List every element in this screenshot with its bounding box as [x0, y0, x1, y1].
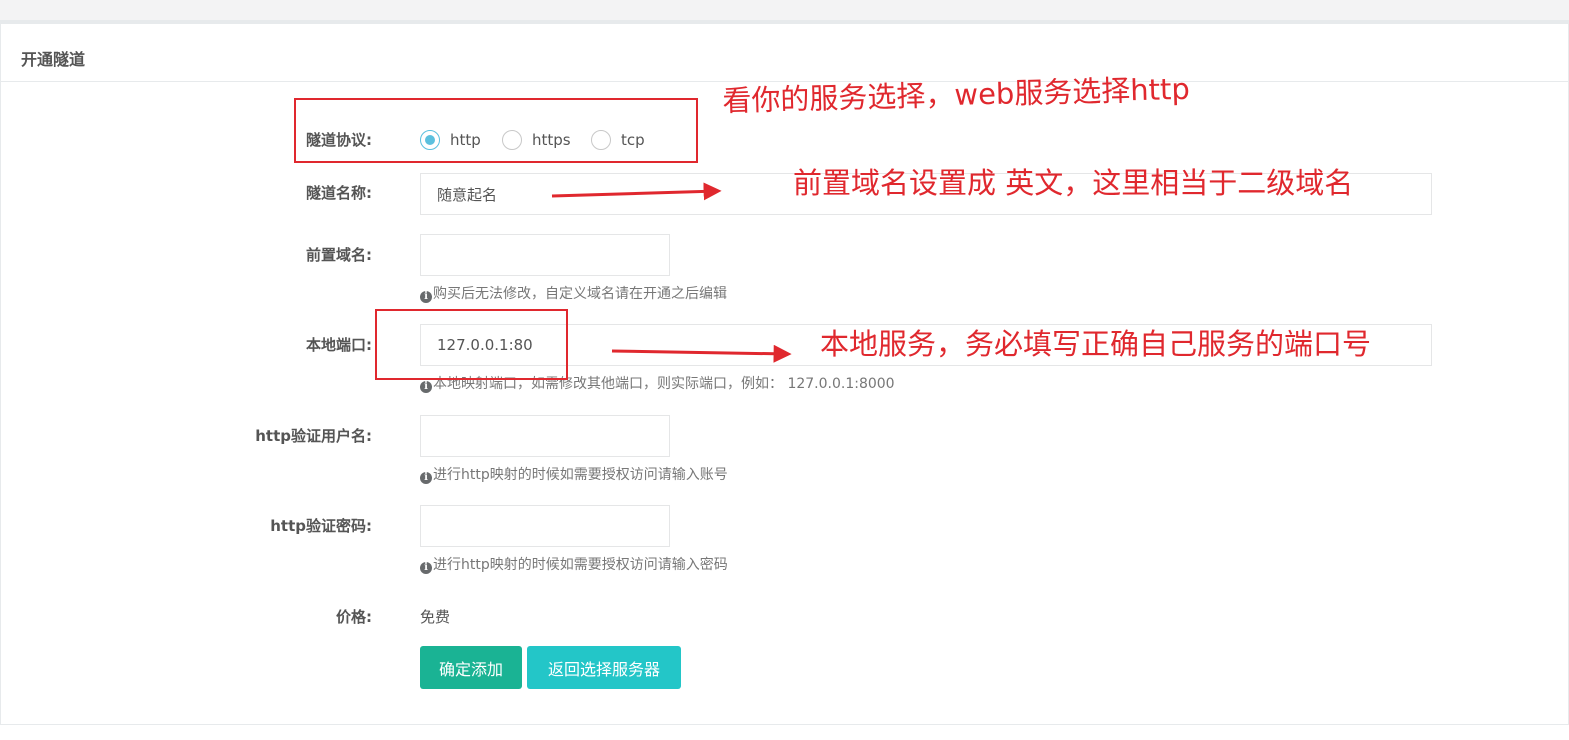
prefix-domain-input[interactable]	[420, 234, 670, 276]
back-select-server-button[interactable]: 返回选择服务器	[527, 646, 681, 689]
prefix-domain-label: 前置域名:	[306, 246, 372, 264]
local-port-label: 本地端口:	[306, 336, 372, 354]
price-value: 免费	[420, 608, 451, 626]
info-icon: i	[420, 472, 432, 484]
http-user-label: http验证用户名:	[255, 427, 372, 445]
http-user-help-text: 进行http映射的时候如需要授权访问请输入账号	[433, 467, 728, 483]
http-password-help: i 进行http映射的时候如需要授权访问请输入密码	[420, 556, 728, 574]
http-user-input[interactable]	[420, 415, 670, 457]
info-icon: i	[420, 381, 432, 393]
prefix-domain-help: i 购买后无法修改，自定义域名请在开通之后编辑	[420, 285, 727, 303]
http-password-label: http验证密码:	[270, 517, 372, 535]
protocol-highlight-box	[294, 98, 698, 163]
tunnel-name-label: 隧道名称:	[306, 184, 372, 202]
info-icon: i	[420, 291, 432, 303]
port-annotation: 本地服务，务必填写正确自己服务的端口号	[820, 327, 1372, 361]
domain-annotation: 前置域名设置成 英文，这里相当于二级域名	[793, 166, 1354, 200]
info-icon: i	[420, 562, 432, 574]
prefix-domain-help-text: 购买后无法修改，自定义域名请在开通之后编辑	[433, 286, 727, 302]
http-password-help-text: 进行http映射的时候如需要授权访问请输入密码	[433, 557, 728, 573]
panel-title: 开通隧道	[21, 50, 86, 69]
top-bar	[0, 0, 1569, 20]
price-label: 价格:	[336, 608, 372, 626]
http-user-help: i 进行http映射的时候如需要授权访问请输入账号	[420, 466, 728, 484]
http-password-input[interactable]	[420, 505, 670, 547]
port-highlight-box	[375, 309, 568, 380]
confirm-add-button[interactable]: 确定添加	[420, 646, 522, 689]
